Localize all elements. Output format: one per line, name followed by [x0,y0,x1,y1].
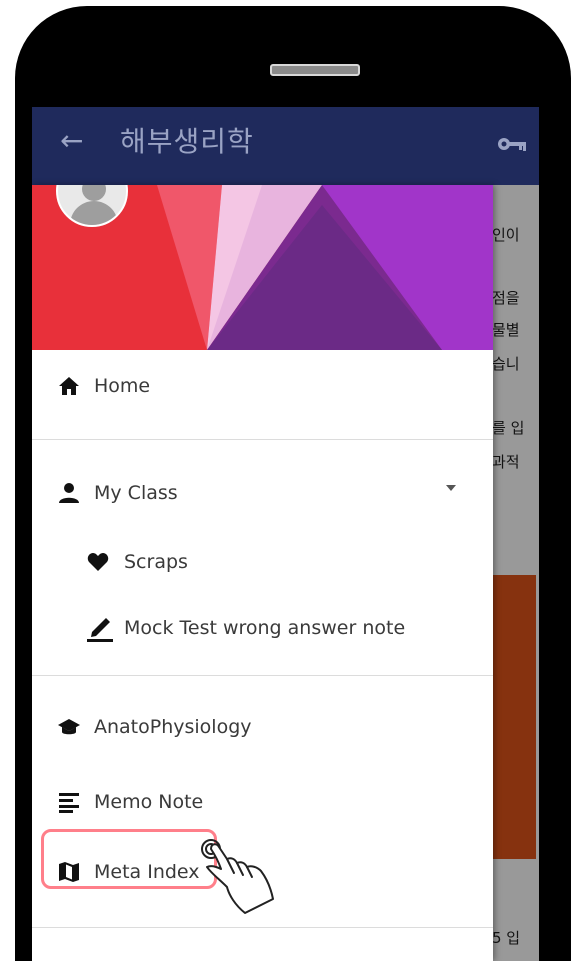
tap-hand-icon [201,839,274,914]
chevron-down-icon[interactable] [446,485,456,491]
heart-icon [87,553,109,571]
home-icon [59,377,79,395]
divider [32,927,493,928]
pencil-icon [87,618,113,642]
divider [32,675,493,676]
app-screen: ← 해부생리학 인이 점을 물별 습니 를 입 과적 5 입 Home My C… [32,107,539,961]
arrow-left-icon[interactable]: ← [60,127,83,155]
drawer-item-scraps[interactable]: Scraps [32,537,493,587]
person-icon [59,483,79,503]
drawer-item-label: Mock Test wrong answer note [124,617,406,639]
graduation-cap-icon [58,719,80,735]
drawer-item-label: AnatoPhysiology [94,716,252,738]
drawer-item-label: Scraps [124,551,188,573]
app-bar: ← 해부생리학 [32,107,539,185]
drawer-item-home[interactable]: Home [32,361,493,411]
divider [32,439,493,440]
key-icon[interactable] [497,135,527,153]
phone-speaker [270,64,360,76]
drawer-item-anatophysiology[interactable]: AnatoPhysiology [32,702,493,752]
drawer-item-my-class[interactable]: My Class [32,468,493,518]
drawer-item-label: Memo Note [94,791,204,813]
notes-icon [59,793,79,813]
navigation-drawer: Home My Class Scraps Mock Test wrong ans… [32,185,493,961]
app-title: 해부생리학 [120,125,254,158]
drawer-item-memo-note[interactable]: Memo Note [32,777,493,827]
highlight-box [41,829,217,889]
drawer-item-mock-test-wrong-answer-note[interactable]: Mock Test wrong answer note [32,603,493,653]
drawer-item-label: My Class [94,482,178,504]
drawer-header [32,185,493,350]
drawer-item-label: Home [94,375,151,397]
